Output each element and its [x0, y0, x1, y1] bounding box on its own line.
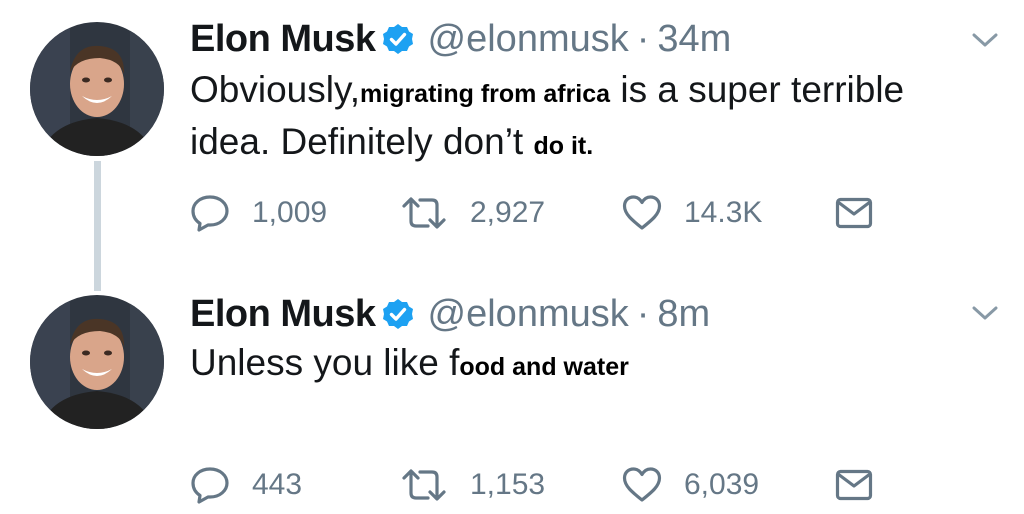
reply-icon — [191, 195, 229, 232]
author-handle[interactable]: @elonmusk — [428, 293, 629, 336]
separator-dot: · — [636, 17, 650, 60]
tweet-text: Unless you like food and water — [190, 339, 990, 391]
tweet-header: Elon Musk @elonmusk · 8m — [190, 289, 710, 339]
verified-badge-icon — [382, 299, 413, 329]
tweet-text-overlay: ood and water — [459, 353, 629, 381]
direct-message-button[interactable] — [835, 465, 873, 505]
tweet-text-part: Obviously, — [190, 69, 360, 110]
tweet[interactable]: Elon Musk @elonmusk · 8m Unless you like… — [0, 275, 1024, 514]
reply-button[interactable]: 443 — [190, 465, 302, 505]
like-count: 14.3K — [684, 196, 763, 229]
avatar-photo — [30, 295, 164, 429]
reply-count: 1,009 — [252, 196, 328, 229]
chevron-down-icon[interactable] — [972, 305, 998, 321]
direct-message-button[interactable] — [835, 193, 873, 233]
avatar[interactable] — [30, 295, 164, 429]
tweet-text: Obviously,migrating from africa is a sup… — [190, 66, 990, 170]
tweet-header: Elon Musk @elonmusk · 34m — [190, 14, 731, 64]
reply-button[interactable]: 1,009 — [190, 193, 327, 233]
like-button[interactable]: 14.3K — [622, 193, 762, 233]
author-name[interactable]: Elon Musk — [190, 18, 376, 61]
timestamp[interactable]: 8m — [657, 293, 710, 336]
author-name[interactable]: Elon Musk — [190, 293, 376, 336]
envelope-icon — [835, 469, 873, 501]
reply-count: 443 — [252, 468, 303, 501]
tweet-text-overlay: do it. — [533, 132, 594, 160]
author-handle[interactable]: @elonmusk — [428, 18, 629, 61]
heart-icon — [622, 195, 662, 230]
thread-connector-line — [94, 161, 101, 291]
envelope-icon — [835, 197, 873, 229]
avatar-photo — [30, 22, 164, 156]
retweet-button[interactable]: 2,927 — [400, 193, 545, 233]
tweet[interactable]: Elon Musk @elonmusk · 34m Obviously,migr… — [0, 0, 1024, 291]
like-count: 6,039 — [684, 468, 760, 501]
heart-icon — [622, 467, 662, 502]
tweet-actions: 443 1,153 6,039 — [190, 465, 890, 505]
tweet-text-overlay: migrating from africa — [360, 80, 611, 108]
retweet-icon — [402, 469, 446, 501]
reply-icon — [191, 467, 229, 504]
timestamp[interactable]: 34m — [657, 18, 731, 61]
retweet-count: 1,153 — [470, 468, 546, 501]
avatar[interactable] — [30, 22, 164, 156]
chevron-down-icon[interactable] — [972, 32, 998, 48]
tweet-actions: 1,009 2,927 14.3K — [190, 193, 890, 233]
retweet-button[interactable]: 1,153 — [400, 465, 545, 505]
tweet-text-part: Unless you like f — [190, 342, 460, 383]
separator-dot: · — [636, 292, 650, 335]
retweet-icon — [402, 197, 446, 229]
like-button[interactable]: 6,039 — [622, 465, 759, 505]
retweet-count: 2,927 — [470, 196, 546, 229]
verified-badge-icon — [382, 24, 413, 54]
